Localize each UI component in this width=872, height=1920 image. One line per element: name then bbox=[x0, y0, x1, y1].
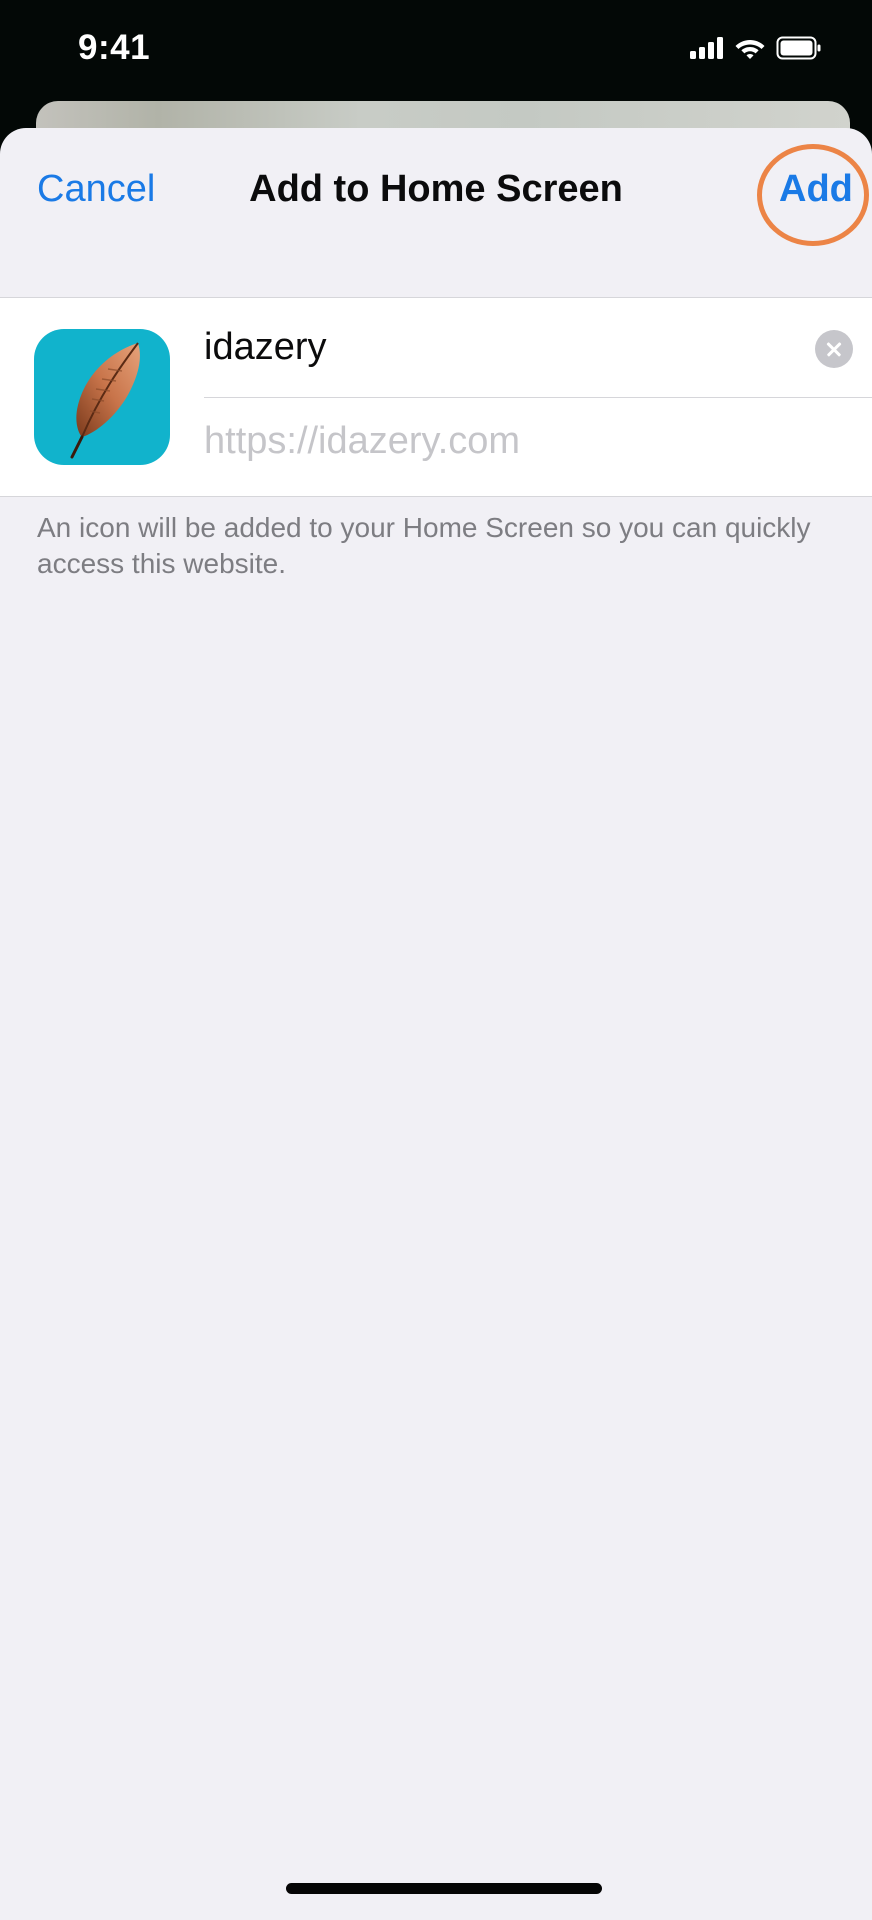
cellular-signal-icon bbox=[690, 37, 724, 64]
bookmark-form-card: https://idazery.com bbox=[0, 297, 872, 497]
home-indicator[interactable] bbox=[286, 1883, 602, 1894]
status-time: 9:41 bbox=[78, 28, 151, 67]
add-to-home-screen-sheet: Cancel Add to Home Screen Add idazery ht… bbox=[0, 128, 872, 1920]
name-field bbox=[204, 298, 872, 398]
add-button[interactable]: Add bbox=[779, 168, 853, 211]
name-input[interactable] bbox=[204, 322, 794, 372]
feather-app-icon bbox=[34, 329, 170, 465]
footer-note: An icon will be added to your Home Scree… bbox=[37, 512, 811, 579]
url-text: https://idazery.com bbox=[204, 420, 521, 462]
clear-text-icon[interactable] bbox=[815, 330, 853, 368]
wifi-icon bbox=[734, 36, 766, 65]
sheet-title: Add to Home Screen bbox=[249, 168, 623, 210]
screen: 9:41 Cancel Add to Home Screen Add idaze… bbox=[0, 0, 872, 1920]
battery-icon bbox=[776, 36, 822, 65]
navigation-bar: Cancel Add to Home Screen Add bbox=[0, 128, 872, 258]
status-icons bbox=[690, 36, 822, 65]
status-bar: 9:41 bbox=[0, 0, 872, 100]
